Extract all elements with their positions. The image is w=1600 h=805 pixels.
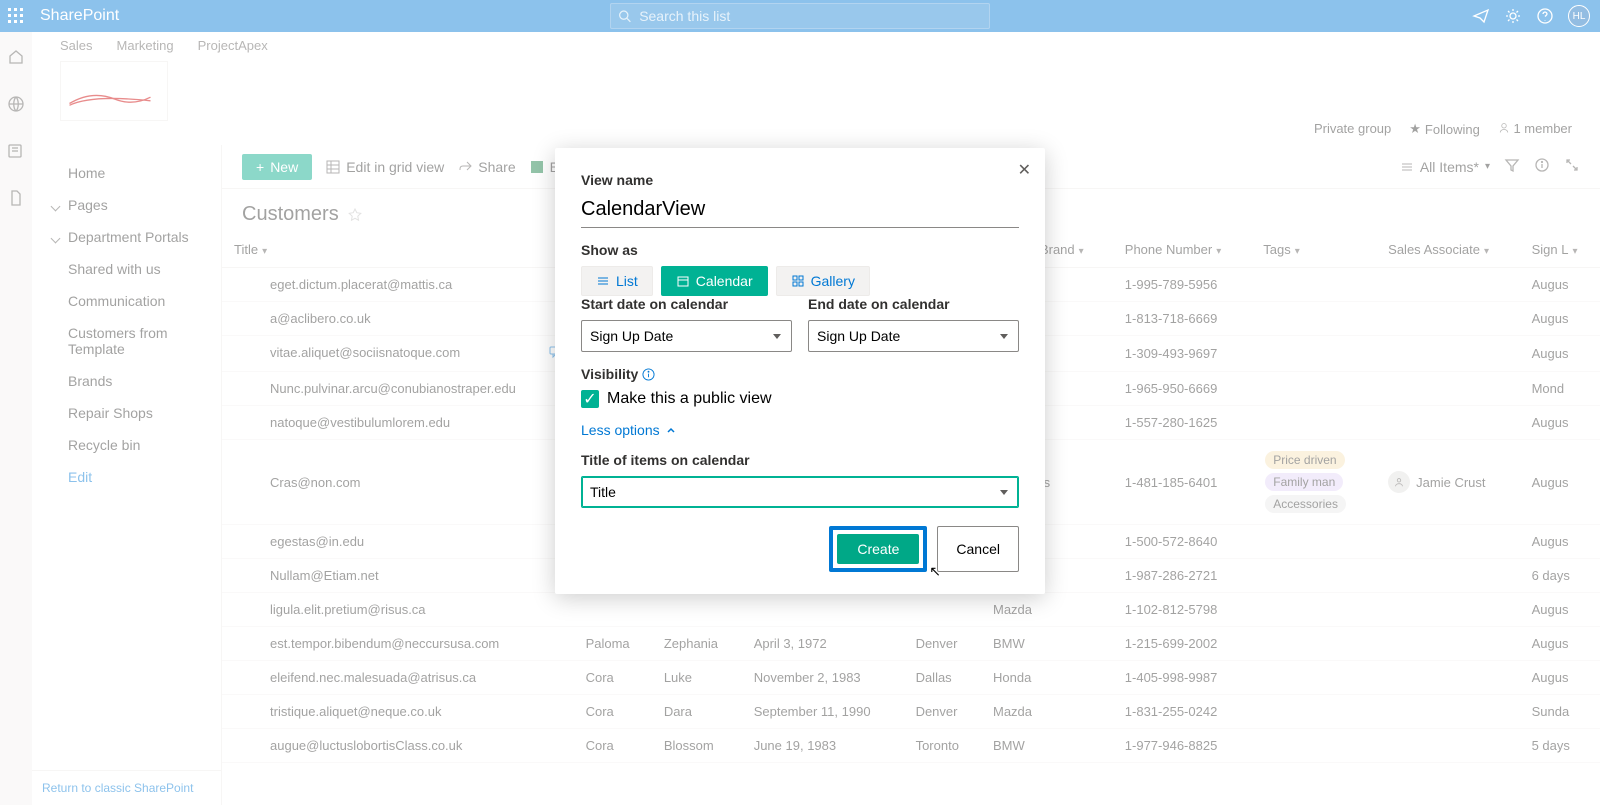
less-options-toggle[interactable]: Less options bbox=[581, 422, 1019, 438]
end-date-select[interactable]: Sign Up Date bbox=[808, 320, 1019, 352]
start-date-select[interactable]: Sign Up Date bbox=[581, 320, 792, 352]
create-view-modal: ✕ View name Show as List Calendar Galler… bbox=[555, 148, 1045, 594]
end-date-label: End date on calendar bbox=[808, 296, 1019, 312]
view-name-input[interactable] bbox=[581, 196, 1019, 228]
public-view-checkbox-row[interactable]: ✓ Make this a public view bbox=[581, 390, 1019, 408]
visibility-label: Visibility bbox=[581, 366, 1019, 382]
title-items-select[interactable]: Title bbox=[581, 476, 1019, 508]
start-date-label: Start date on calendar bbox=[581, 296, 792, 312]
info-icon[interactable] bbox=[642, 368, 655, 381]
create-button[interactable]: Create bbox=[837, 534, 919, 564]
cancel-button[interactable]: Cancel bbox=[937, 526, 1019, 572]
close-button[interactable]: ✕ bbox=[1018, 160, 1031, 180]
seg-list[interactable]: List bbox=[581, 266, 653, 296]
checkbox-icon: ✓ bbox=[581, 390, 599, 408]
seg-gallery[interactable]: Gallery bbox=[776, 266, 870, 296]
public-view-label: Make this a public view bbox=[607, 390, 772, 408]
modal-actions: Create Cancel bbox=[581, 526, 1019, 572]
create-button-highlight: Create bbox=[829, 526, 927, 572]
view-name-label: View name bbox=[581, 172, 1019, 188]
show-as-segments: List Calendar Gallery bbox=[581, 266, 1019, 296]
show-as-label: Show as bbox=[581, 242, 1019, 258]
seg-calendar[interactable]: Calendar bbox=[661, 266, 768, 296]
title-items-label: Title of items on calendar bbox=[581, 452, 1019, 468]
chevron-up-icon bbox=[666, 425, 676, 435]
